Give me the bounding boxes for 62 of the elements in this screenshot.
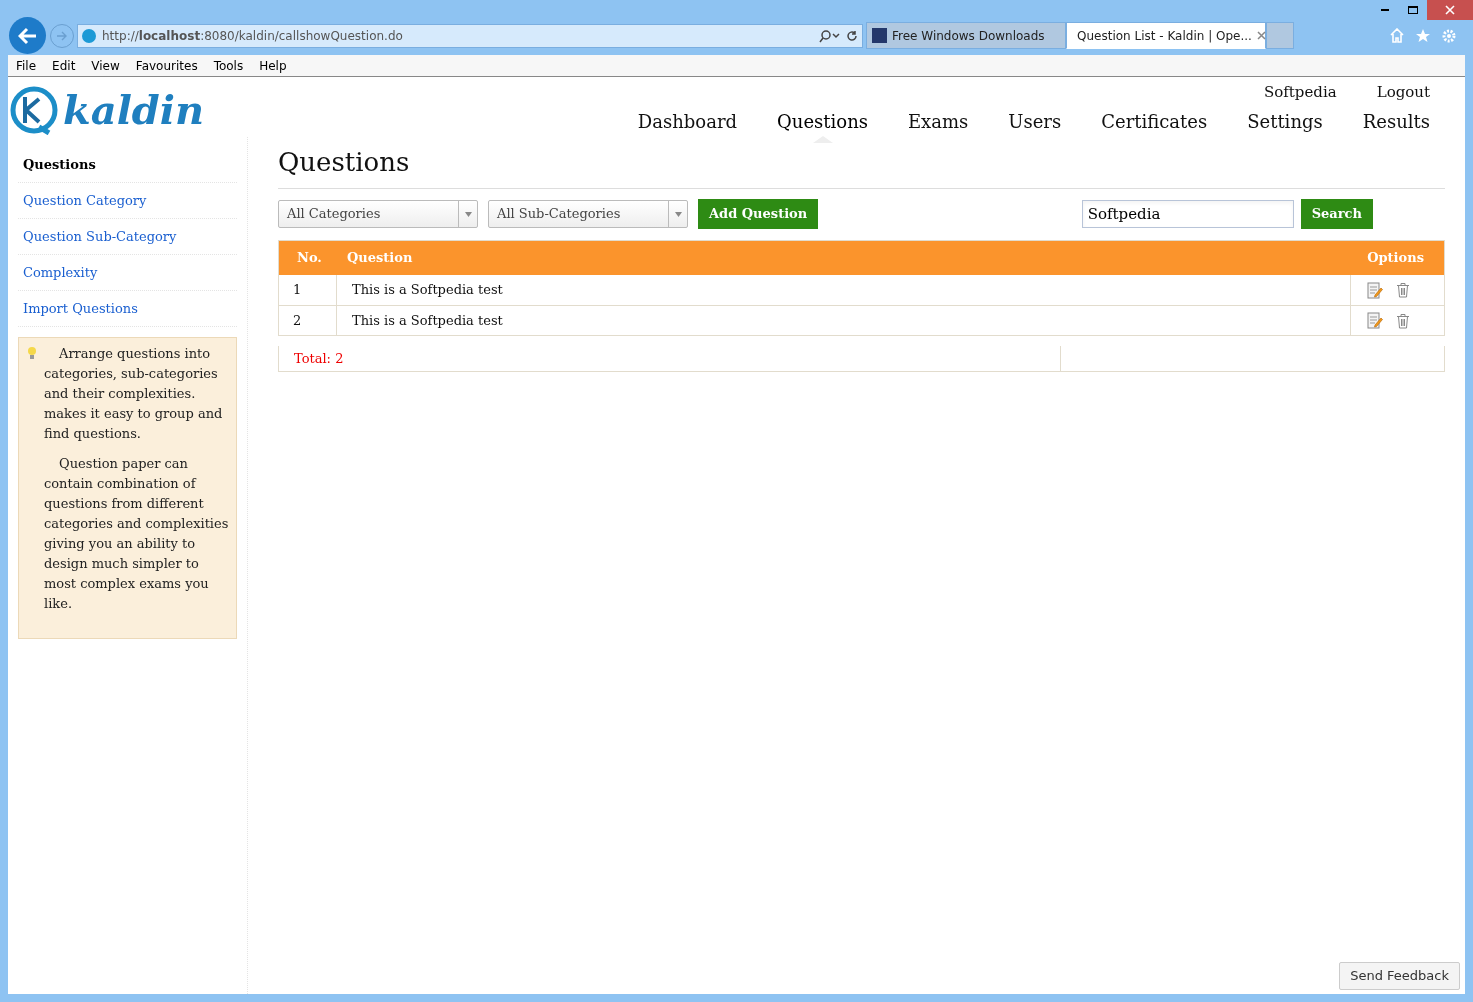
search-icon[interactable] (818, 28, 840, 43)
menu-item[interactable]: Help (251, 56, 295, 75)
table-cell: This is a Softpedia test (337, 275, 1351, 305)
edit-icon[interactable] (1367, 312, 1383, 329)
search-button[interactable]: Search (1300, 199, 1373, 229)
url-text: http://localhost:8080/kaldin/callshowQuestion.do (102, 27, 404, 45)
menu-item[interactable]: Tools (205, 56, 252, 75)
table-cell: 1 (279, 275, 337, 305)
column-header: Options (1367, 249, 1425, 268)
tip-text: Question paper can contain combination of questions from different categories and complexities giving you an ability to design much simpler to most complex exams you like. (44, 455, 230, 613)
sidebar-link[interactable]: Questions (23, 154, 96, 175)
nav-link[interactable]: Dashboard (637, 109, 738, 134)
nav-link[interactable]: Settings (1247, 109, 1323, 134)
tab-title: Free Windows Downloads (892, 27, 1046, 45)
table-cell: This is a Softpedia test (337, 306, 1351, 335)
column-header: Question (346, 249, 414, 268)
nav-link[interactable]: Certificates (1101, 109, 1208, 134)
site-logo-icon (872, 28, 887, 43)
browser-tab[interactable]: Question List - Kaldin | Ope... (1066, 22, 1266, 49)
sidebar-link[interactable]: Question Category (23, 190, 147, 211)
kaldin-logo-icon (82, 28, 96, 43)
menu-item[interactable]: Edit (44, 56, 84, 75)
send-feedback-button[interactable]: Send Feedback (1339, 962, 1460, 990)
browser-tab[interactable]: Free Windows Downloads (866, 22, 1066, 49)
add-question-button[interactable]: Add Question (698, 199, 819, 229)
sidebar-link[interactable]: Question Sub-Category (23, 226, 177, 247)
refresh-icon[interactable] (846, 29, 858, 42)
menu-item[interactable]: Favourites (127, 56, 206, 75)
dropdown-value: All Sub-Categories (496, 205, 622, 224)
total-count: Total: 2 (279, 346, 1061, 371)
category-dropdown[interactable]: All Categories (278, 200, 478, 228)
trash-icon[interactable] (1396, 312, 1410, 329)
nav-link[interactable]: Exams (907, 109, 969, 134)
star-icon[interactable] (1415, 28, 1431, 43)
sidebar-link[interactable]: Complexity (23, 262, 98, 283)
nav-link[interactable]: Questions (777, 109, 868, 134)
user-link[interactable]: Softpedia (1263, 81, 1337, 104)
edit-icon[interactable] (1367, 281, 1383, 299)
table-cell: 2 (279, 306, 337, 335)
nav-link[interactable]: Results (1362, 109, 1430, 134)
close-tab-icon[interactable] (1256, 31, 1266, 40)
user-link[interactable]: Logout (1376, 81, 1430, 104)
page-title: Questions (278, 143, 1445, 189)
search-field[interactable]: Softpedia (1081, 200, 1294, 228)
menu-item[interactable]: File (8, 56, 45, 75)
address-bar[interactable]: http://localhost:8080/kaldin/callshowQuestion.do (77, 23, 863, 48)
subcategory-dropdown[interactable]: All Sub-Categories (488, 200, 688, 228)
tab-title: Question List - Kaldin | Ope... (1077, 27, 1252, 45)
settings-icon[interactable] (1441, 27, 1457, 44)
home-icon[interactable] (1389, 28, 1405, 43)
column-header: No. (296, 249, 323, 268)
tip-text: Arrange questions into categories, sub-categories and their complexities. makes it easy to group and find questions. (44, 345, 224, 443)
lightbulb-icon (27, 346, 37, 360)
dropdown-value: All Categories (286, 205, 382, 224)
nav-link[interactable]: Users (1008, 109, 1062, 134)
kaldin-logo-text: kaldin (63, 89, 205, 130)
menu-item[interactable]: View (83, 56, 128, 75)
back-button[interactable] (9, 17, 46, 54)
trash-icon[interactable] (1396, 282, 1410, 298)
arrow-left-icon (17, 26, 38, 45)
arrow-right-icon (56, 30, 68, 41)
sidebar-link[interactable]: Import Questions (23, 298, 138, 319)
